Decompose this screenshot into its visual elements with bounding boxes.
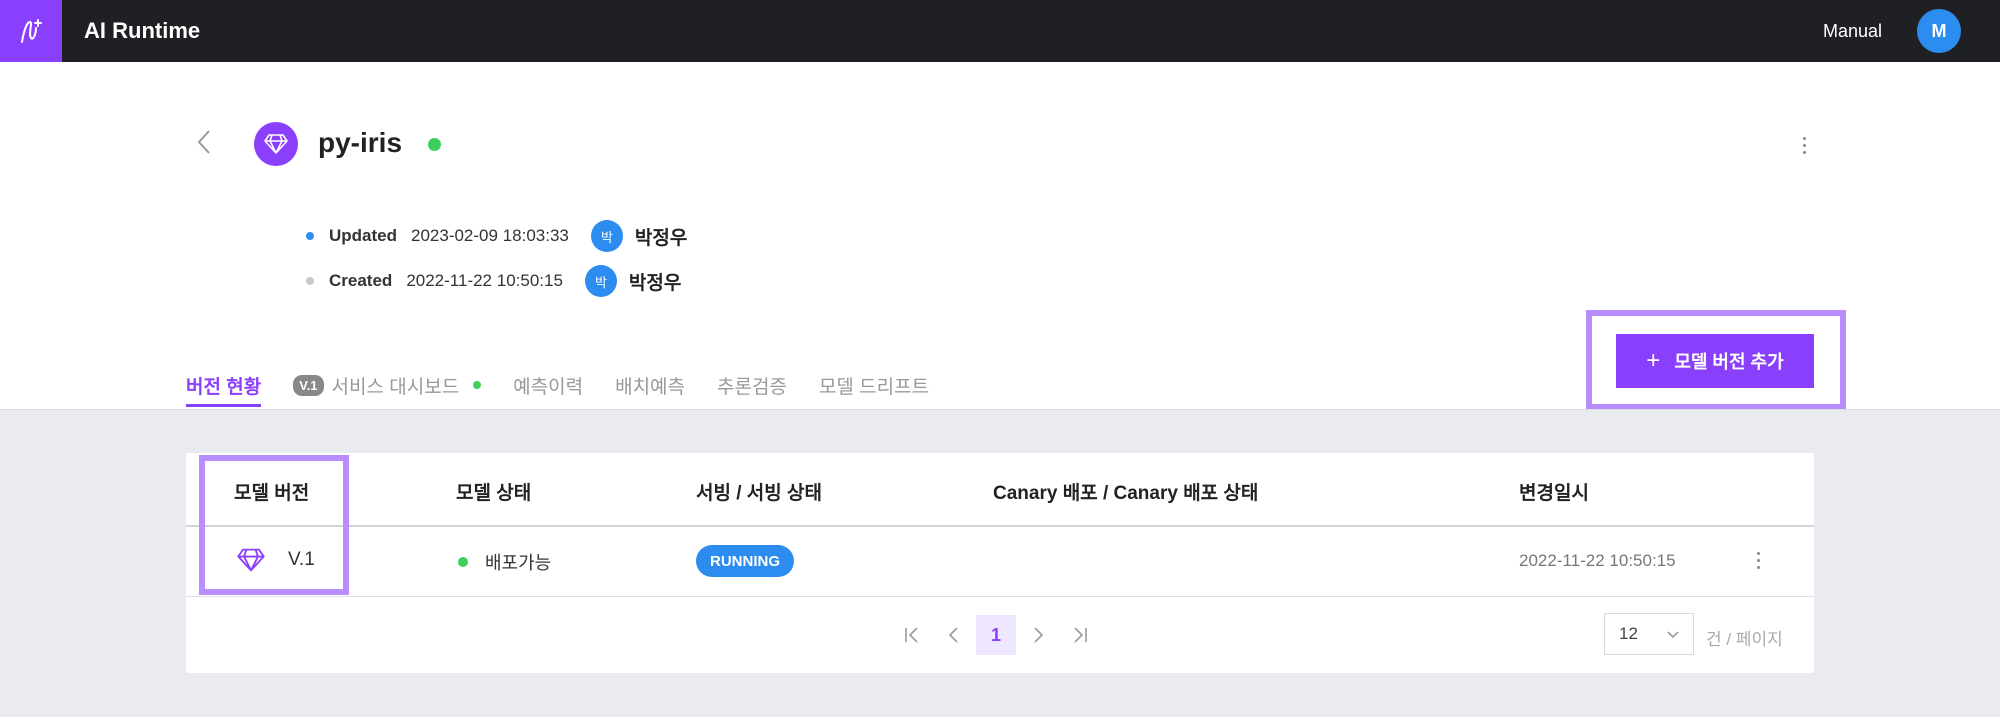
top-bar: AI Runtime Manual M [0,0,2000,62]
version-cell[interactable]: V.1 [236,547,315,573]
chevron-left-icon [948,627,958,643]
diamond-icon [264,134,288,154]
chevron-left-icon [197,130,210,154]
created-timestamp: 2022-11-22 10:50:15 [406,271,563,290]
column-header-changed[interactable]: 변경일시 [1519,478,1589,505]
user-name[interactable]: Manual [1823,21,1882,42]
first-page-button[interactable] [892,615,932,655]
tab-version-status[interactable]: 버전 현황 [186,360,262,407]
column-header-model-status[interactable]: 모델 상태 [456,478,531,505]
version-badge: V.1 [293,374,324,396]
updated-dot [306,232,314,240]
tab-batch-prediction[interactable]: 배치예측 [615,360,685,406]
tab-label: 버전 현황 [186,376,262,398]
prev-page-button[interactable] [934,615,974,655]
page-button-current[interactable]: 1 [976,615,1016,655]
status-text: 배포가능 [485,553,552,573]
pagination: 1 12 건 / 페이지 [186,597,1814,673]
tab-label: 예측이력 [513,376,584,398]
changed-date: 2022-11-22 10:50:15 [1519,551,1676,570]
app-title: AI Runtime [84,18,201,43]
created-user: 박정우 [628,272,682,294]
table-row[interactable]: V.1 배포가능 RUNNING 2022-11-22 10:50:15 [186,527,1814,597]
last-page-icon [1074,627,1087,643]
updated-row: Updated 2023-02-09 18:03:33 박 박정우 [306,220,687,252]
diamond-icon [237,548,265,572]
per-page-select[interactable]: 12 [1604,613,1694,655]
status-dot [458,557,468,567]
avatar: 박 [584,265,617,297]
created-label: Created [329,271,393,290]
more-dot [1802,143,1806,147]
per-page-label: 건 / 페이지 [1706,630,1783,649]
table-header: 모델 버전 모델 상태 서빙 / 서빙 상태 Canary 배포 / Canar… [186,453,1814,527]
column-header-canary[interactable]: Canary 배포 / Canary 배포 상태 [993,478,1258,505]
first-page-icon [905,627,918,643]
model-icon [254,122,298,166]
add-model-version-button[interactable]: + 모델 버전 추가 [1616,334,1814,388]
tab-model-drift[interactable]: 모델 드리프트 [819,360,929,406]
avatar: 박 [590,220,623,252]
updated-timestamp: 2023-02-09 18:03:33 [411,226,569,245]
more-dot [1756,558,1760,562]
created-row: Created 2022-11-22 10:50:15 박 박정우 [306,265,681,297]
model-name: py-iris [318,127,403,158]
plus-icon: + [1646,347,1661,374]
model-status-dot [428,138,441,151]
add-button-label: 모델 버전 추가 [1674,352,1784,372]
per-page-value: 12 [1619,624,1638,643]
last-page-button[interactable] [1060,615,1100,655]
tab-inference-validation[interactable]: 추론검증 [717,360,787,406]
versions-table-card: 모델 버전 모델 상태 서빙 / 서빙 상태 Canary 배포 / Canar… [186,453,1814,673]
serving-status-badge: RUNNING [696,545,794,577]
tab-prediction-history[interactable]: 예측이력 [513,360,583,406]
tab-label: 서비스 대시보드 [331,376,460,398]
more-dot [1802,150,1806,154]
version-text: V.1 [288,549,315,570]
created-dot [306,277,314,285]
tab-status-dot [473,381,482,389]
column-header-serving[interactable]: 서빙 / 서빙 상태 [696,478,822,505]
app-logo[interactable] [0,0,62,62]
column-header-model-version[interactable]: 모델 버전 [234,478,309,505]
updated-label: Updated [329,226,397,245]
back-button[interactable] [190,128,218,156]
tab-service-dashboard[interactable]: V.1 서비스 대시보드 [293,360,482,406]
more-dot [1756,565,1760,569]
row-more-button[interactable] [1748,547,1768,573]
tab-label: 추론검증 [717,376,787,398]
more-dot [1756,551,1760,555]
more-options-button[interactable] [1792,130,1816,160]
next-page-button[interactable] [1018,615,1058,655]
tab-bar: 버전 현황 V.1 서비스 대시보드 예측이력 배치예측 추론검증 모델 드리프… [186,360,961,410]
chevron-down-icon [1667,631,1679,639]
model-status-cell: 배포가능 [458,549,551,575]
chevron-right-icon [1034,627,1044,643]
logo-icon [21,19,42,43]
more-dot [1802,136,1806,140]
tab-label: 배치예측 [615,376,686,398]
user-avatar[interactable]: M [1917,9,1961,53]
tab-label: 모델 드리프트 [818,376,930,398]
updated-user: 박정우 [634,227,688,249]
